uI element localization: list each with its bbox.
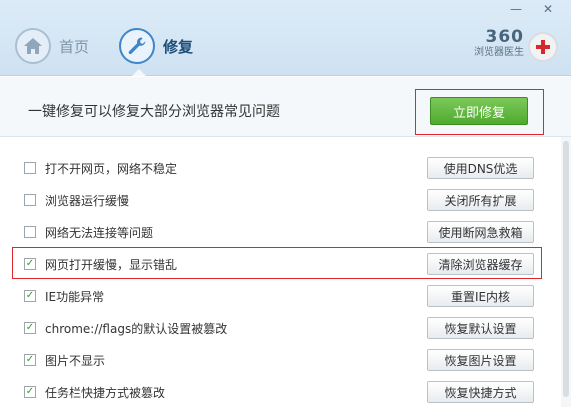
brand: 360 浏览器医生 <box>462 28 524 60</box>
item-action-button[interactable]: 使用断网急救箱 <box>427 221 534 243</box>
item-action-button[interactable]: 关闭所有扩展 <box>427 189 534 211</box>
item-checkbox[interactable]: ✓ <box>24 322 36 334</box>
home-icon <box>15 28 51 64</box>
tab-home[interactable]: 首页 <box>15 24 89 68</box>
item-label: 打不开网页，网络不稳定 <box>45 162 178 176</box>
brand-number: 360 <box>485 27 524 47</box>
active-tab-pointer <box>132 69 146 76</box>
list-item: ✓ 任务栏快捷方式被篡改 恢复快捷方式 <box>0 377 560 407</box>
close-icon: ✕ <box>542 2 554 16</box>
minimize-button[interactable]: — <box>505 0 527 18</box>
item-action-button[interactable]: 使用DNS优选 <box>427 157 534 179</box>
title-bar: — ✕ 首页 修复 360 浏览器医生 <box>0 0 571 76</box>
tab-repair[interactable]: 修复 <box>119 24 193 68</box>
scrollbar[interactable] <box>561 137 571 407</box>
fix-now-button[interactable]: 立即修复 <box>430 97 528 125</box>
list-item: 浏览器运行缓慢 关闭所有扩展 <box>0 185 560 217</box>
item-checkbox[interactable] <box>24 194 36 206</box>
list-item: ✓ chrome://flags的默认设置被篡改 恢复默认设置 <box>0 313 560 345</box>
scrollbar-thumb[interactable] <box>563 141 569 397</box>
item-checkbox[interactable] <box>24 162 36 174</box>
item-label: 图片不显示 <box>45 354 106 368</box>
row-highlight <box>12 247 542 279</box>
list-item: ✓ 图片不显示 恢复图片设置 <box>0 345 560 377</box>
brand-name: 浏览器医生 <box>474 47 524 58</box>
tab-home-label: 首页 <box>59 37 90 56</box>
tab-repair-label: 修复 <box>163 37 194 56</box>
item-label: 浏览器运行缓慢 <box>45 194 130 208</box>
list-item: ✓ IE功能异常 重置IE内核 <box>0 281 560 313</box>
page-headline: 一键修复可以修复大部分浏览器常见问题 <box>28 104 280 120</box>
item-action-button[interactable]: 恢复快捷方式 <box>427 381 534 403</box>
item-checkbox[interactable]: ✓ <box>24 386 36 398</box>
close-button[interactable]: ✕ <box>537 0 559 18</box>
item-checkbox[interactable]: ✓ <box>24 290 36 302</box>
medical-cross-icon <box>528 32 558 62</box>
item-action-button[interactable]: 重置IE内核 <box>427 285 534 307</box>
list-item: 打不开网页，网络不稳定 使用DNS优选 <box>0 153 560 185</box>
item-label: 任务栏快捷方式被篡改 <box>45 386 166 400</box>
item-action-button[interactable]: 恢复默认设置 <box>427 317 534 339</box>
list-item: 网络无法连接等问题 使用断网急救箱 <box>0 217 560 249</box>
item-label: 网络无法连接等问题 <box>45 226 154 240</box>
item-label: IE功能异常 <box>45 290 105 304</box>
minimize-icon: — <box>510 2 522 16</box>
item-checkbox[interactable] <box>24 226 36 238</box>
wrench-icon <box>119 28 155 64</box>
item-action-button[interactable]: 恢复图片设置 <box>427 349 534 371</box>
item-checkbox[interactable]: ✓ <box>24 354 36 366</box>
item-label: chrome://flags的默认设置被篡改 <box>45 322 228 336</box>
